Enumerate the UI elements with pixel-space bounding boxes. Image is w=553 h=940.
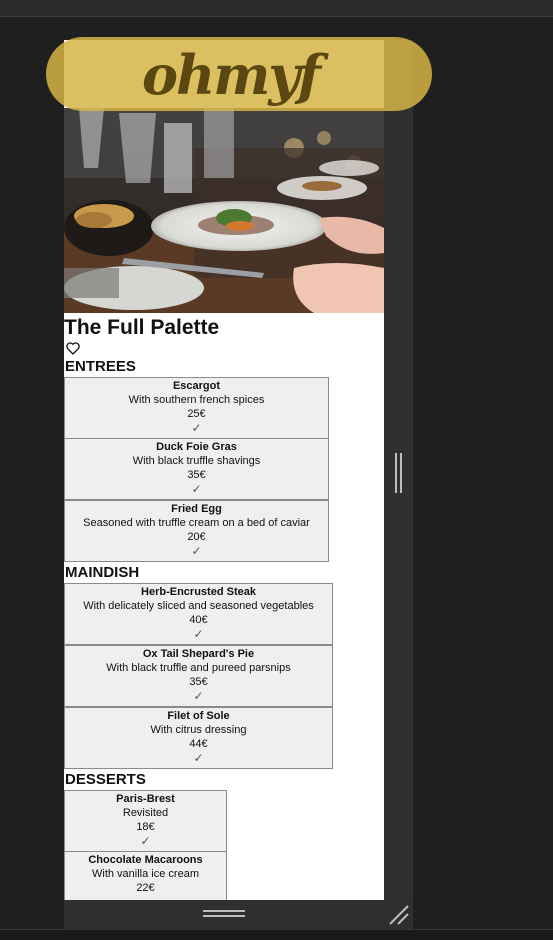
menu-item-description: Seasoned with truffle cream on a bed of … <box>83 517 310 529</box>
menu-item-card[interactable]: Filet of Sole With citrus dressing 44€ ✓ <box>64 707 333 769</box>
menu-item-name: Ox Tail Shepard's Pie <box>142 648 255 660</box>
menu-item-price: 35€ <box>189 676 208 688</box>
checkmark-icon[interactable]: ✓ <box>65 751 332 765</box>
menu-item-name: Fried Egg <box>171 503 222 515</box>
menu-item-card[interactable]: Chocolate Macaroons With vanilla ice cre… <box>64 851 227 900</box>
menu-item-name: Filet of Sole <box>167 710 230 722</box>
menu-item-name: Duck Foie Gras <box>156 441 237 453</box>
checkmark-icon[interactable]: ✓ <box>65 421 328 435</box>
menu-item-card[interactable]: Duck Foie Gras With black truffle shavin… <box>64 438 329 500</box>
section-title-entrees: ENTREES <box>65 358 136 375</box>
checkmark-icon[interactable]: ✓ <box>65 627 332 641</box>
menu-item-description: With black truffle shavings <box>132 455 261 467</box>
checkmark-icon[interactable]: ✓ <box>65 482 328 496</box>
menu-item-name: Paris-Brest <box>116 793 175 805</box>
hero-restaurant-photo <box>64 108 384 313</box>
menu-item-card[interactable]: Paris-Brest Revisited 18€ ✓ <box>64 790 227 852</box>
menu-item-price: 40€ <box>189 614 208 626</box>
menu-item-description: With black truffle and pureed parsnips <box>106 662 291 674</box>
checkmark-icon[interactable]: ✓ <box>65 689 332 703</box>
menu-item-price: 25€ <box>187 408 206 420</box>
menu-item-description: With delicately sliced and seasoned vege… <box>83 600 314 612</box>
checkmark-icon[interactable]: ✓ <box>65 834 226 848</box>
section-title-desserts: DESSERTS <box>65 771 146 788</box>
checkmark-icon[interactable]: ✓ <box>65 544 328 558</box>
menu-item-card[interactable]: Ox Tail Shepard's Pie With black truffle… <box>64 645 333 707</box>
app-top-bar <box>0 0 553 17</box>
menu-item-description: With citrus dressing <box>150 724 247 736</box>
menu-item-name: Herb-Encrusted Steak <box>141 586 256 598</box>
app-bottom-bar <box>0 929 553 940</box>
menu-item-price: 18€ <box>136 821 155 833</box>
menu-item-card[interactable]: Fried Egg Seasoned with truffle cream on… <box>64 500 329 562</box>
menu-item-card[interactable]: Escargot With southern french spices 25€… <box>64 377 329 439</box>
menu-item-name: Escargot <box>172 380 221 392</box>
menu-item-description: With vanilla ice cream <box>92 868 199 880</box>
menu-page: The Full Palette ENTREES Escargot With s… <box>64 40 384 900</box>
menu-item-price: 20€ <box>187 531 206 543</box>
menu-item-description: With southern french spices <box>128 394 265 406</box>
menu-item-price: 44€ <box>189 738 208 750</box>
menu-item-name: Chocolate Macaroons <box>88 854 203 866</box>
menu-item-description: Revisited <box>122 807 169 819</box>
heart-outline-icon[interactable] <box>66 342 80 355</box>
logo-banner: ohmyf <box>46 37 432 111</box>
menu-item-card[interactable]: Herb-Encrusted Steak With delicately sli… <box>64 583 333 645</box>
resize-grip-icon[interactable] <box>386 902 412 928</box>
horizontal-resize-handle[interactable] <box>203 910 245 919</box>
vertical-resize-handle[interactable] <box>393 453 403 493</box>
restaurant-title: The Full Palette <box>64 316 220 339</box>
menu-item-price: 35€ <box>187 469 206 481</box>
menu-item-price: 22€ <box>136 882 155 894</box>
logo: ohmyf <box>142 43 321 107</box>
section-title-maindish: MAINDISH <box>65 564 140 581</box>
